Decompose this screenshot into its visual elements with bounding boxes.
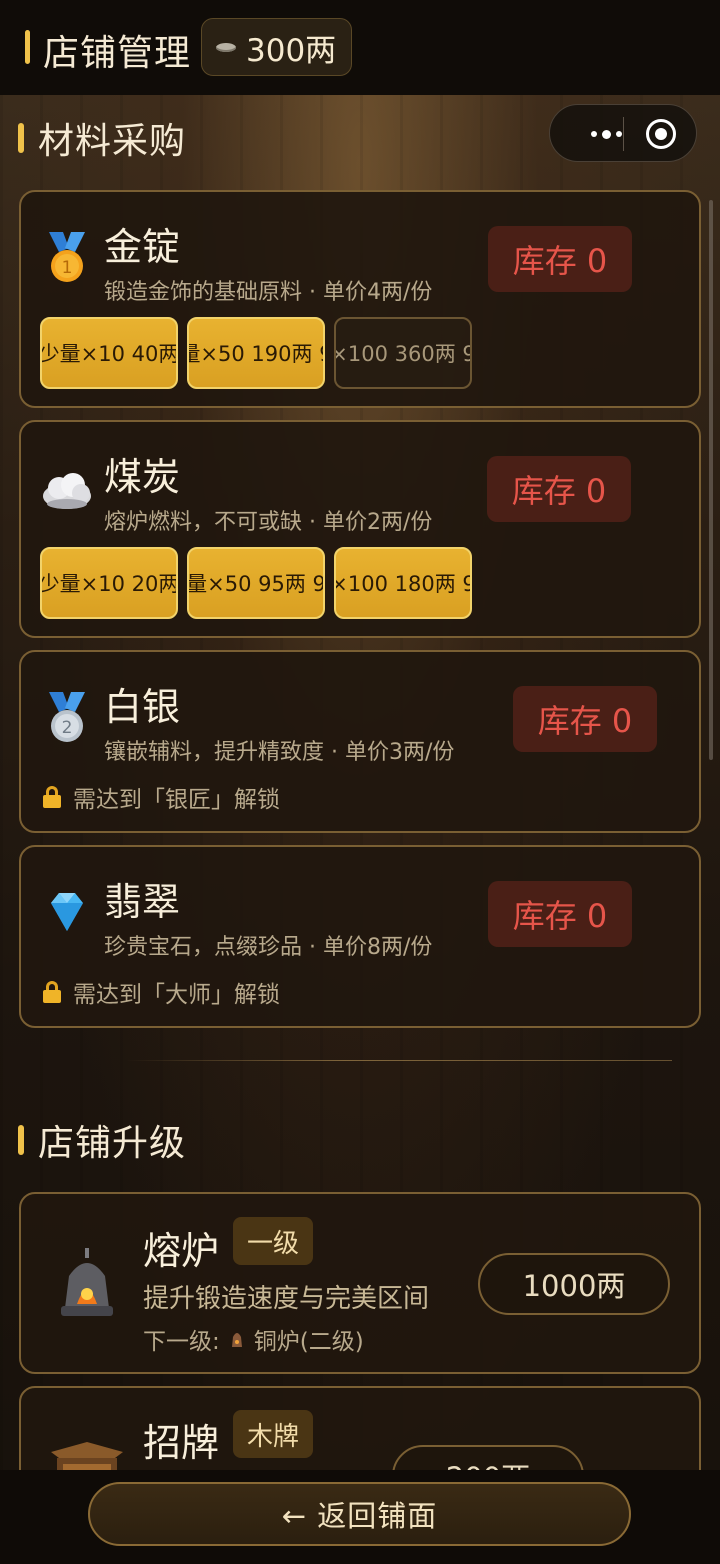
miniprogram-capsule: [549, 104, 697, 162]
buy-10-button[interactable]: 少量×10 20两: [40, 547, 178, 619]
section-accent-bar: [18, 123, 24, 153]
coal-rock-icon: [43, 473, 91, 509]
capsule-divider: [623, 117, 624, 151]
svg-text:1: 1: [62, 258, 73, 278]
lock-icon: [43, 981, 61, 1003]
upgrade-buy-button[interactable]: 1000两: [478, 1253, 670, 1315]
more-dots-icon[interactable]: [570, 119, 642, 149]
upgrade-desc: 提升锻造速度与完美区间: [143, 1284, 430, 1314]
buy-100-button[interactable]: ×100 180两 9: [334, 547, 472, 619]
next-level-row: 下一级: 铜炉(二级): [143, 1322, 364, 1356]
materials-section-heading: 材料采购: [18, 112, 186, 164]
next-level-value: 铜炉(二级): [253, 1329, 364, 1355]
buy-100-button[interactable]: ×100 360两 9: [334, 317, 472, 389]
material-desc: 锻造金饰的基础原料 · 单价4两/份: [104, 280, 433, 305]
section-accent-bar: [18, 1125, 24, 1155]
section-title: 材料采购: [38, 121, 187, 162]
coin-amount: 300两: [246, 32, 337, 69]
title-accent-bar: [25, 30, 30, 64]
lock-text: 需达到「银匠」解锁: [73, 787, 280, 813]
stock-badge: 库存 0: [488, 226, 632, 292]
material-desc: 珍贵宝石，点缀珍品 · 单价8两/份: [104, 935, 433, 960]
furnace-icon: [61, 1248, 113, 1316]
buy-50-button[interactable]: 量×50 95两 9: [187, 547, 325, 619]
material-desc: 镶嵌辅料，提升精致度 · 单价3两/份: [104, 740, 455, 765]
material-name: 金锭: [104, 225, 181, 269]
back-to-shop-button[interactable]: ← 返回铺面: [88, 1482, 631, 1546]
material-name: 煤炭: [104, 455, 181, 499]
top-bar: 店铺管理 300两: [0, 0, 720, 95]
lock-text: 需达到「大师」解锁: [73, 982, 280, 1008]
upgrades-section-heading: 店铺升级: [18, 1114, 186, 1166]
buy-50-button[interactable]: 量×50 190两 9: [187, 317, 325, 389]
material-desc: 熔炉燃料，不可或缺 · 单价2两/份: [104, 510, 433, 535]
stock-badge: 库存 0: [487, 456, 631, 522]
stock-badge: 库存 0: [488, 881, 632, 947]
level-badge: 一级: [233, 1217, 314, 1265]
next-level-label: 下一级:: [143, 1329, 220, 1355]
coin-balance: 300两: [201, 18, 352, 76]
silver-medal-icon: 2: [49, 692, 85, 742]
lock-requirement: 需达到「大师」解锁: [43, 975, 280, 1009]
gold-medal-icon: 1: [49, 232, 85, 282]
material-card-jade: 翡翠 珍贵宝石，点缀珍品 · 单价8两/份 库存 0 需达到「大师」解锁: [19, 845, 701, 1028]
stock-badge: 库存 0: [513, 686, 657, 752]
material-card-coal: 煤炭 熔炉燃料，不可或缺 · 单价2两/份 库存 0 少量×10 20两 量×5…: [19, 420, 701, 638]
copper-furnace-icon: [231, 1333, 242, 1347]
material-card-silver: 2 白银 镶嵌辅料，提升精致度 · 单价3两/份 库存 0 需达到「银匠」解锁: [19, 650, 701, 833]
material-name: 翡翠: [104, 880, 181, 924]
upgrade-name: 熔炉: [143, 1229, 220, 1273]
lock-requirement: 需达到「银匠」解锁: [43, 780, 280, 814]
scrollbar[interactable]: [709, 200, 713, 760]
svg-text:2: 2: [62, 718, 73, 738]
section-title: 店铺升级: [38, 1123, 187, 1164]
page-title: 店铺管理: [43, 33, 192, 74]
buy-10-button[interactable]: 少量×10 40两: [40, 317, 178, 389]
upgrade-card-furnace: 熔炉 一级 提升锻造速度与完美区间 下一级: 铜炉(二级) 1000两: [19, 1192, 701, 1374]
upgrade-name: 招牌: [143, 1421, 220, 1465]
silver-ingot-icon: [216, 42, 236, 52]
target-circle-icon[interactable]: [646, 119, 676, 149]
gem-diamond-icon: [51, 893, 83, 931]
level-badge: 木牌: [233, 1410, 314, 1458]
material-card-gold: 1 金锭 锻造金饰的基础原料 · 单价4两/份 库存 0 少量×10 40两 量…: [19, 190, 701, 408]
section-divider: [126, 1060, 672, 1061]
lock-icon: [43, 786, 61, 808]
material-name: 白银: [104, 685, 181, 729]
